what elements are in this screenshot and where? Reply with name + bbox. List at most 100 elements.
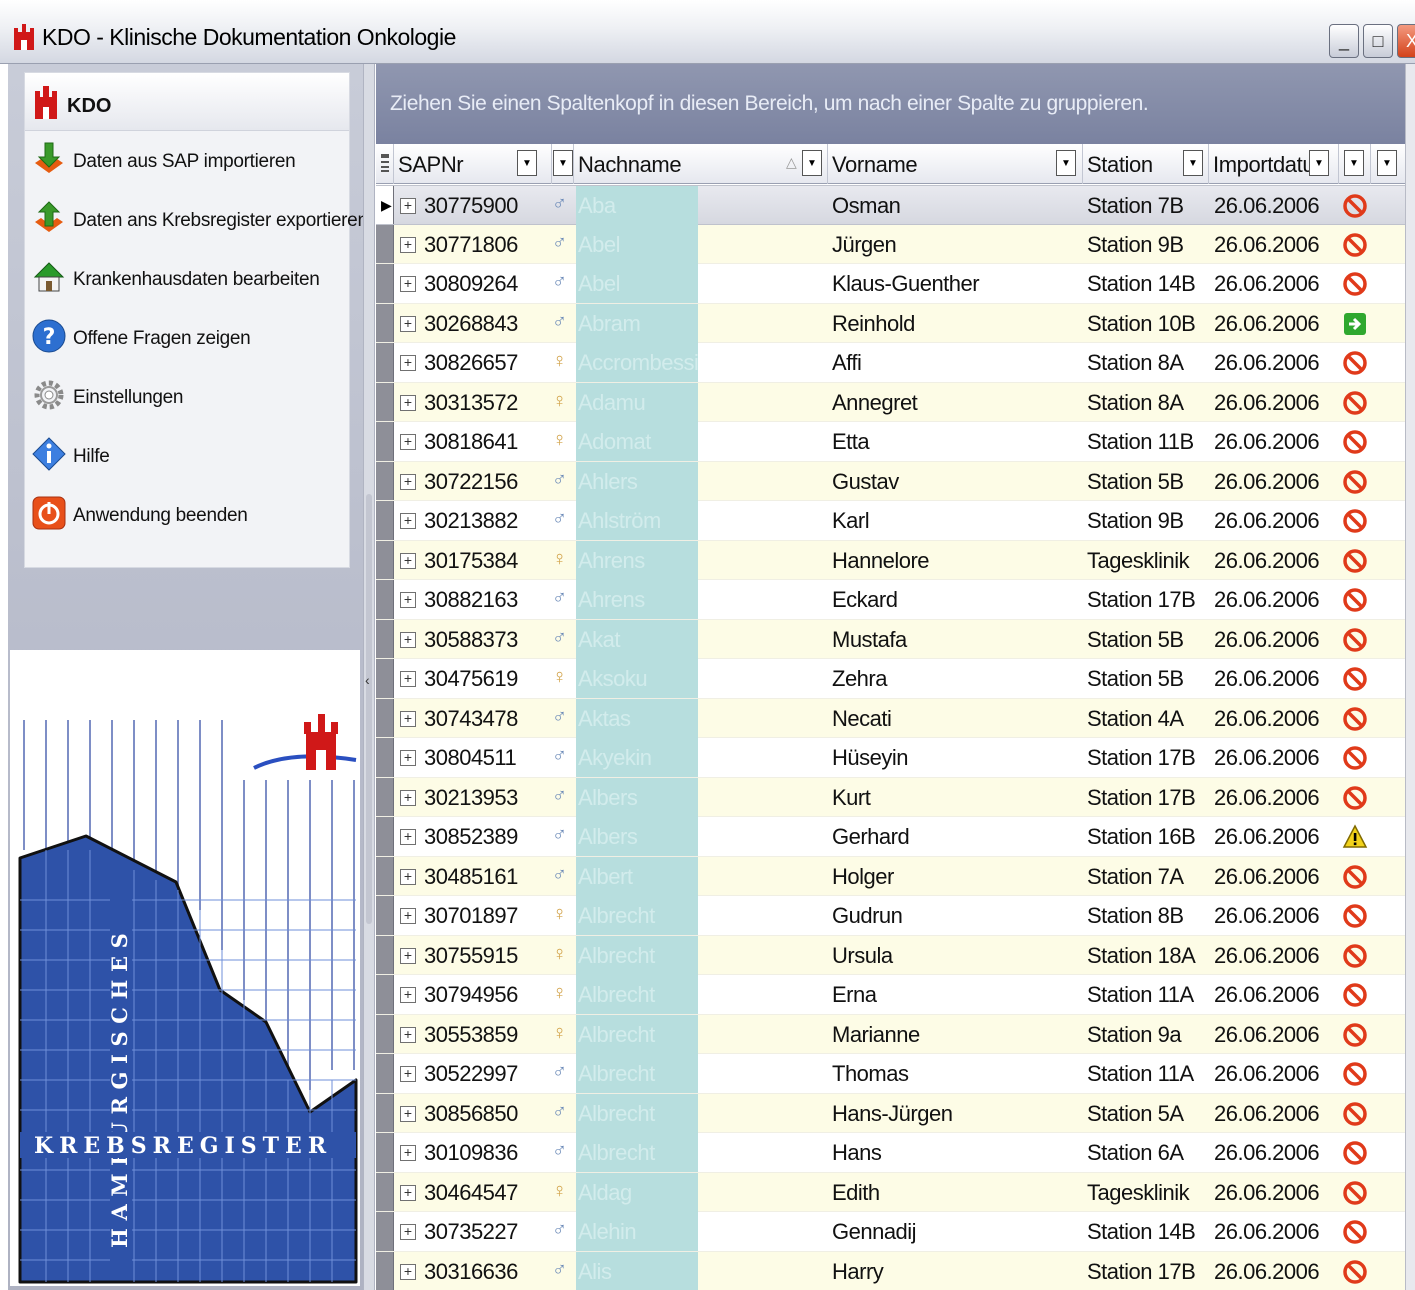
- table-row[interactable]: +30485161 ♂ Albert Holger Station 7A 26.06.20…: [376, 856, 1406, 896]
- blocked-status-icon[interactable]: [1342, 745, 1368, 771]
- expand-row-icon[interactable]: +: [400, 1184, 416, 1201]
- table-row[interactable]: +30313572 ♀ Adamu Annegret Station 8A 26.06.2…: [376, 382, 1406, 422]
- filter-dropdown-icon[interactable]: ▼: [1056, 150, 1076, 176]
- table-row[interactable]: +30588373 ♂ Akat Mustafa Station 5B 26.06.200…: [376, 619, 1406, 659]
- blocked-status-icon[interactable]: [1342, 1022, 1368, 1048]
- column-header-extra[interactable]: ▼: [1371, 144, 1406, 184]
- expand-row-icon[interactable]: +: [400, 1263, 416, 1280]
- table-row[interactable]: +30722156 ♂ Ahlers Gustav Station 5B 26.06.20…: [376, 461, 1406, 501]
- table-row[interactable]: ▶ +30775900 ♂ Aba Osman Station 7B 26.06.2006: [376, 185, 1406, 225]
- expand-row-icon[interactable]: +: [400, 789, 416, 806]
- expand-row-icon[interactable]: +: [400, 592, 416, 608]
- minimize-button[interactable]: _: [1329, 24, 1359, 58]
- table-row[interactable]: +30743478 ♂ Aktas Necati Station 4A 26.06.200…: [376, 698, 1406, 738]
- expand-row-icon[interactable]: +: [400, 434, 416, 450]
- blocked-status-icon[interactable]: [1342, 429, 1368, 455]
- expand-row-icon[interactable]: +: [400, 1105, 416, 1122]
- row-selector[interactable]: [376, 1251, 394, 1290]
- expand-row-icon[interactable]: +: [400, 315, 416, 332]
- blocked-status-icon[interactable]: [1342, 706, 1368, 732]
- group-by-panel[interactable]: Ziehen Sie einen Spaltenkopf in diesen B…: [376, 64, 1415, 144]
- table-row[interactable]: +30475619 ♀ Aksoku Zehra Station 5B 26.06.200…: [376, 659, 1406, 699]
- table-row[interactable]: +30771806 ♂ Abel Jürgen Station 9B 26.06.2006: [376, 224, 1406, 264]
- collapse-arrow-icon[interactable]: ‹: [365, 672, 370, 688]
- maximize-button[interactable]: □: [1363, 24, 1393, 58]
- row-selector[interactable]: [376, 935, 394, 974]
- row-selector[interactable]: [376, 264, 394, 303]
- expand-row-icon[interactable]: +: [400, 552, 416, 569]
- table-row[interactable]: +30856850 ♂ Albrecht Hans-Jürgen Station 5A 2…: [376, 1093, 1406, 1133]
- expand-row-icon[interactable]: +: [400, 236, 416, 253]
- row-selector[interactable]: [376, 422, 394, 461]
- expand-row-icon[interactable]: +: [400, 198, 416, 214]
- filter-dropdown-icon[interactable]: ▼: [1309, 150, 1329, 176]
- table-row[interactable]: +30109836 ♂ Albrecht Hans Station 6A 26.06.20…: [376, 1133, 1406, 1173]
- row-selector[interactable]: [376, 896, 394, 935]
- row-selector[interactable]: [376, 1133, 394, 1172]
- table-row[interactable]: +30804511 ♂ Akyekin Hüseyin Station 17B 26.06…: [376, 738, 1406, 778]
- table-row[interactable]: +30826657 ♀ Accrombessi Affi Station 8A 26.06…: [376, 343, 1406, 383]
- row-selector[interactable]: [376, 1014, 394, 1053]
- blocked-status-icon[interactable]: [1342, 587, 1368, 613]
- row-selector[interactable]: [376, 1054, 394, 1093]
- table-row[interactable]: +30818641 ♀ Adomat Etta Station 11B 26.06.200…: [376, 422, 1406, 462]
- table-row[interactable]: +30175384 ♀ Ahrens Hannelore Tagesklinik 26.0…: [376, 540, 1406, 580]
- blocked-status-icon[interactable]: [1342, 943, 1368, 969]
- expand-row-icon[interactable]: +: [400, 868, 416, 885]
- pane-splitter[interactable]: ‹: [363, 64, 375, 1290]
- row-selector[interactable]: [376, 738, 394, 777]
- table-row[interactable]: +30213953 ♂ Albers Kurt Station 17B 26.06.200…: [376, 777, 1406, 817]
- row-selector[interactable]: [376, 777, 394, 816]
- row-selector[interactable]: [376, 461, 394, 500]
- expand-row-icon[interactable]: +: [400, 631, 416, 648]
- row-selector[interactable]: [376, 501, 394, 540]
- nav-item-hospital-edit[interactable]: Krankenhausdaten bearbeiten: [25, 249, 349, 308]
- blocked-status-icon[interactable]: [1342, 1219, 1368, 1245]
- row-selector[interactable]: [376, 1093, 394, 1132]
- blocked-status-icon[interactable]: [1342, 232, 1368, 258]
- nav-item-quit[interactable]: Anwendung beenden: [25, 485, 349, 544]
- filter-dropdown-icon[interactable]: ▼: [517, 150, 537, 176]
- row-selector[interactable]: [376, 619, 394, 658]
- blocked-status-icon[interactable]: [1342, 864, 1368, 890]
- expand-row-icon[interactable]: +: [400, 394, 416, 411]
- row-selector[interactable]: [376, 1212, 394, 1251]
- nav-item-register-export[interactable]: Daten ans Krebsregister exportieren: [25, 190, 368, 249]
- column-header-sex[interactable]: ▼: [552, 144, 574, 184]
- blocked-status-icon[interactable]: [1342, 627, 1368, 653]
- left-scrollbar-thumb[interactable]: [366, 494, 372, 924]
- nav-item-sap-import[interactable]: Daten aus SAP importieren: [25, 131, 349, 190]
- column-header-vorname[interactable]: Vorname ▼: [828, 144, 1083, 184]
- expand-row-icon[interactable]: +: [400, 473, 416, 490]
- table-row[interactable]: +30755915 ♀ Albrecht Ursula Station 18A 26.06…: [376, 935, 1406, 975]
- nav-item-help[interactable]: Hilfe: [25, 426, 349, 485]
- filter-dropdown-icon[interactable]: ▼: [553, 150, 573, 176]
- table-row[interactable]: +30464547 ♀ Aldag Edith Tagesklinik 26.06.200…: [376, 1172, 1406, 1212]
- row-selector[interactable]: [376, 698, 394, 737]
- expand-row-icon[interactable]: +: [400, 987, 416, 1003]
- table-row[interactable]: +30316636 ♂ Alis Harry Station 17B 26.06.2006: [376, 1251, 1406, 1290]
- blocked-status-icon[interactable]: [1342, 1101, 1368, 1127]
- blocked-status-icon[interactable]: [1342, 548, 1368, 574]
- expand-row-icon[interactable]: +: [400, 1224, 416, 1240]
- warning-status-icon[interactable]: [1342, 824, 1368, 850]
- expand-row-icon[interactable]: +: [400, 355, 416, 371]
- blocked-status-icon[interactable]: [1342, 271, 1368, 297]
- grid-scrollbar[interactable]: [1405, 64, 1415, 1290]
- expand-row-icon[interactable]: +: [400, 1066, 416, 1082]
- table-row[interactable]: +30882163 ♂ Ahrens Eckard Station 17B 26.06.2…: [376, 580, 1406, 620]
- blocked-status-icon[interactable]: [1342, 1061, 1368, 1087]
- exported-status-icon[interactable]: [1342, 311, 1368, 337]
- table-row[interactable]: +30735227 ♂ Alehin Gennadij Station 14B 26.06…: [376, 1212, 1406, 1252]
- expand-row-icon[interactable]: +: [400, 513, 416, 529]
- filter-dropdown-icon[interactable]: ▼: [1183, 150, 1203, 176]
- row-selector[interactable]: [376, 817, 394, 856]
- close-button[interactable]: X: [1397, 24, 1415, 58]
- column-chooser-icon[interactable]: [376, 144, 394, 184]
- table-row[interactable]: +30852389 ♂ Albers Gerhard Station 16B 26.06.…: [376, 817, 1406, 857]
- row-selector[interactable]: [376, 224, 394, 263]
- row-selector[interactable]: [376, 382, 394, 421]
- blocked-status-icon[interactable]: [1342, 1140, 1368, 1166]
- expand-row-icon[interactable]: +: [400, 750, 416, 766]
- blocked-status-icon[interactable]: [1342, 666, 1368, 692]
